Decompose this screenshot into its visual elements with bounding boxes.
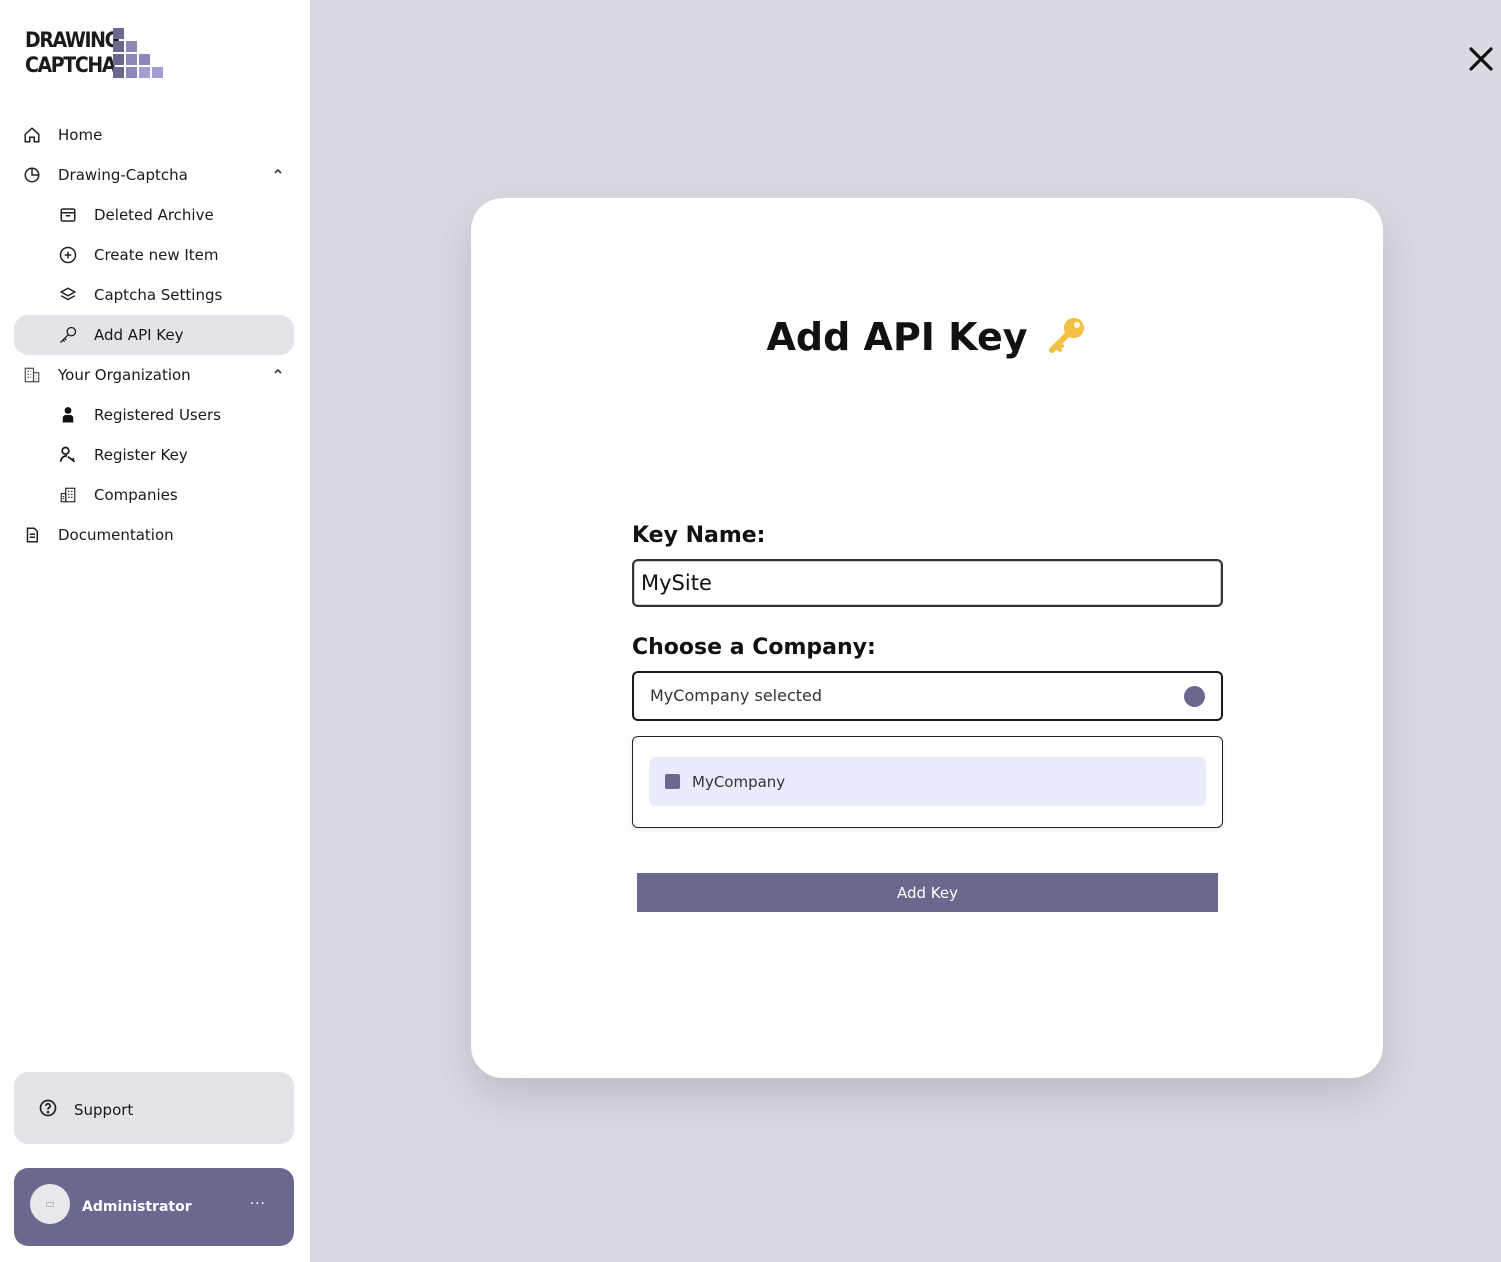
sidebar: DRAWING CAPTCHA Home Drawing-Captcha Del… [0, 0, 310, 1262]
logo-blocks [113, 28, 165, 80]
support-link[interactable]: Support [38, 1098, 133, 1122]
key-person-icon [58, 445, 78, 465]
user-icon [58, 405, 78, 425]
sidebar-item-register-key[interactable]: Register Key [14, 435, 294, 475]
archive-icon [58, 205, 78, 225]
avatar[interactable] [30, 1184, 70, 1224]
support-label: Support [74, 1101, 134, 1119]
document-icon [22, 525, 42, 545]
sidebar-item-label: Register Key [94, 446, 188, 464]
key-emoji-icon [1048, 317, 1084, 353]
support-panel: Support [14, 1072, 294, 1144]
company-option[interactable]: MyCompany [649, 757, 1206, 806]
add-key-button[interactable]: Add Key [637, 873, 1218, 912]
sidebar-item-deleted-archive[interactable]: Deleted Archive [14, 195, 294, 235]
close-button[interactable] [1468, 46, 1494, 72]
company-options-list: MyCompany [632, 736, 1223, 828]
sidebar-item-home[interactable]: Home [14, 115, 294, 155]
key-name-label: Key Name: [632, 523, 766, 548]
help-circle-icon [38, 1098, 58, 1122]
company-select-value: MyCompany selected [650, 686, 823, 705]
plus-circle-icon [58, 245, 78, 265]
key-icon [58, 325, 78, 345]
close-icon [1469, 47, 1493, 71]
sidebar-item-label: Deleted Archive [94, 206, 214, 224]
home-icon [22, 125, 42, 145]
pie-chart-icon [22, 165, 42, 185]
modal-title: Add API Key [471, 312, 1383, 359]
key-name-input[interactable] [632, 559, 1223, 607]
more-options-icon[interactable]: ··· [250, 1196, 266, 1212]
app-logo[interactable]: DRAWING CAPTCHA [25, 28, 170, 82]
sidebar-item-add-api-key[interactable]: Add API Key [14, 315, 294, 355]
page-title: Add API Key [766, 314, 1028, 359]
avatar-image-icon [46, 1201, 54, 1207]
building-icon [22, 365, 42, 385]
sidebar-item-label: Companies [94, 486, 178, 504]
sidebar-item-drawing-captcha[interactable]: Drawing-Captcha [14, 155, 294, 195]
companies-icon [58, 485, 78, 505]
sidebar-item-label: Create new Item [94, 246, 219, 264]
logo-text: DRAWING CAPTCHA [25, 28, 120, 77]
company-label: Choose a Company: [632, 635, 876, 660]
sidebar-item-label: Registered Users [94, 406, 221, 424]
sidebar-item-documentation[interactable]: Documentation [14, 515, 294, 555]
company-option-label: MyCompany [692, 773, 786, 791]
add-api-key-modal: Add API Key Key Name: Choose a Company: … [471, 198, 1383, 1078]
chevron-up-icon[interactable] [272, 165, 284, 177]
sidebar-item-label: Drawing-Captcha [58, 166, 188, 184]
sidebar-item-companies[interactable]: Companies [14, 475, 294, 515]
sidebar-item-create-new-item[interactable]: Create new Item [14, 235, 294, 275]
sidebar-item-captcha-settings[interactable]: Captcha Settings [14, 275, 294, 315]
layers-icon [58, 285, 78, 305]
sidebar-item-label: Add API Key [94, 326, 184, 344]
sidebar-item-registered-users[interactable]: Registered Users [14, 395, 294, 435]
user-panel[interactable]: Administrator ··· [14, 1168, 294, 1246]
sidebar-item-label: Your Organization [58, 366, 191, 384]
selected-indicator-icon [1184, 686, 1205, 707]
user-name: Administrator [82, 1199, 192, 1215]
checkbox-checked-icon[interactable] [665, 774, 680, 789]
sidebar-item-your-organization[interactable]: Your Organization [14, 355, 294, 395]
sidebar-item-label: Home [58, 126, 103, 144]
chevron-up-icon[interactable] [272, 365, 284, 377]
sidebar-item-label: Captcha Settings [94, 286, 223, 304]
sidebar-item-label: Documentation [58, 526, 174, 544]
company-select[interactable]: MyCompany selected [632, 671, 1223, 721]
